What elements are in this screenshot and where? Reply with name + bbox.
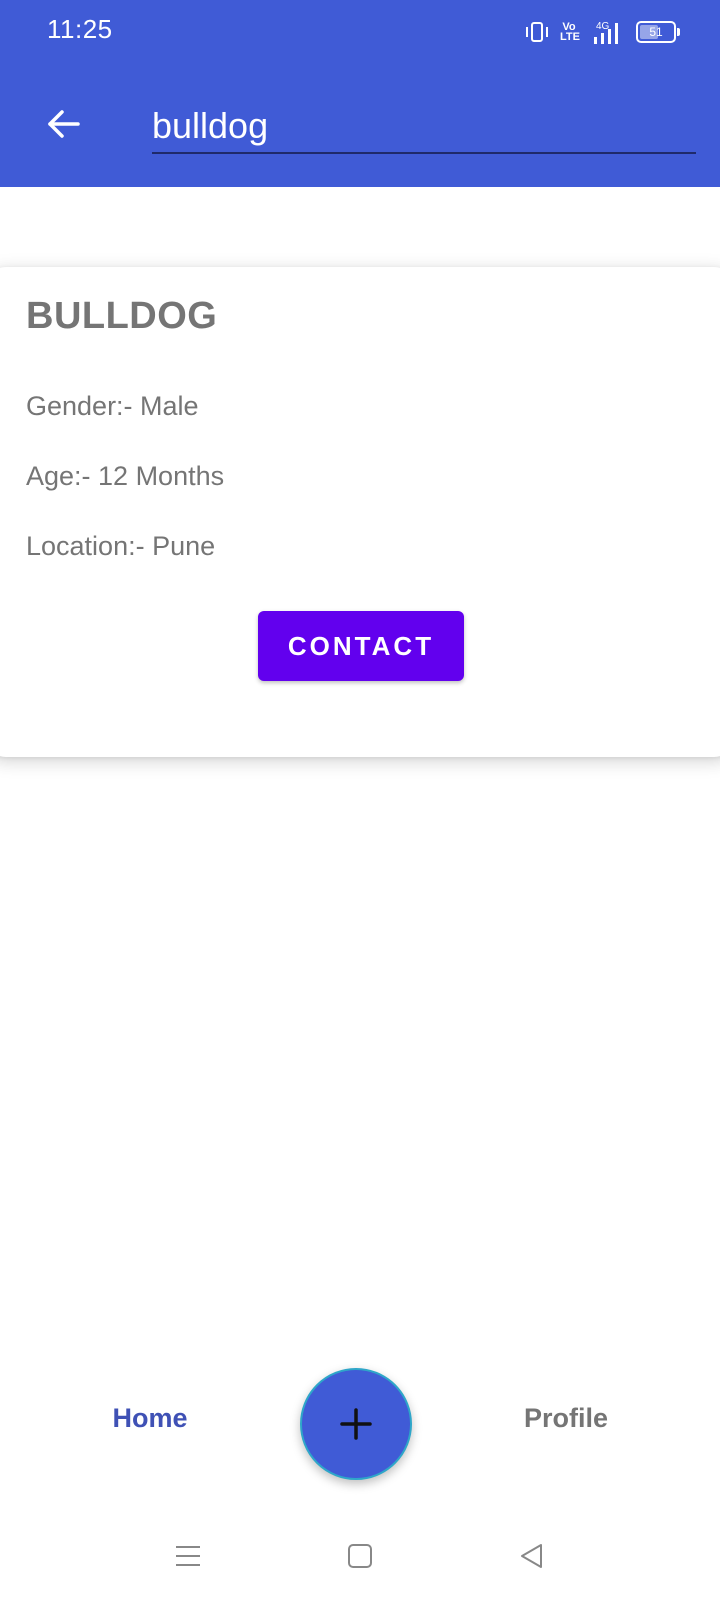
home-button[interactable] [340, 1536, 380, 1576]
screen: 11:25 Vo LTE 4G 51 bulldog BULLDOG Gende… [0, 0, 720, 1600]
app-bar: 11:25 Vo LTE 4G 51 [0, 0, 720, 187]
nav-home[interactable]: Home [90, 1388, 210, 1448]
triangle-back-icon [521, 1544, 542, 1568]
battery-icon: 51 [636, 21, 680, 43]
network-type-label: 4G [596, 21, 610, 32]
pet-card: BULLDOG Gender:- Male Age:- 12 Months Lo… [0, 267, 720, 757]
pet-gender: Gender:- Male [26, 391, 199, 421]
signal-icon: 4G [594, 21, 618, 44]
status-icons: Vo LTE 4G 51 [524, 18, 680, 46]
recent-apps-button[interactable] [168, 1536, 208, 1576]
system-nav-bar [0, 1500, 720, 1600]
volte-icon: Vo LTE [560, 21, 580, 43]
search-input[interactable] [152, 100, 696, 154]
add-pet-fab[interactable] [300, 1368, 412, 1480]
back-button[interactable] [36, 96, 92, 152]
contact-button[interactable]: CONTACT [258, 611, 464, 681]
pet-age: Age:- 12 Months [26, 461, 225, 491]
nav-profile[interactable]: Profile [506, 1388, 626, 1448]
menu-icon [176, 1546, 200, 1566]
pet-location: Location:- Pune [26, 531, 216, 561]
arrow-back-icon [48, 110, 80, 138]
system-back-button[interactable] [512, 1536, 552, 1576]
plus-icon [340, 1408, 372, 1440]
status-time: 11:25 [47, 14, 113, 44]
pet-name: BULLDOG [26, 295, 218, 337]
battery-level: 51 [649, 25, 663, 39]
vibrate-icon [526, 22, 548, 42]
square-icon [348, 1544, 372, 1568]
